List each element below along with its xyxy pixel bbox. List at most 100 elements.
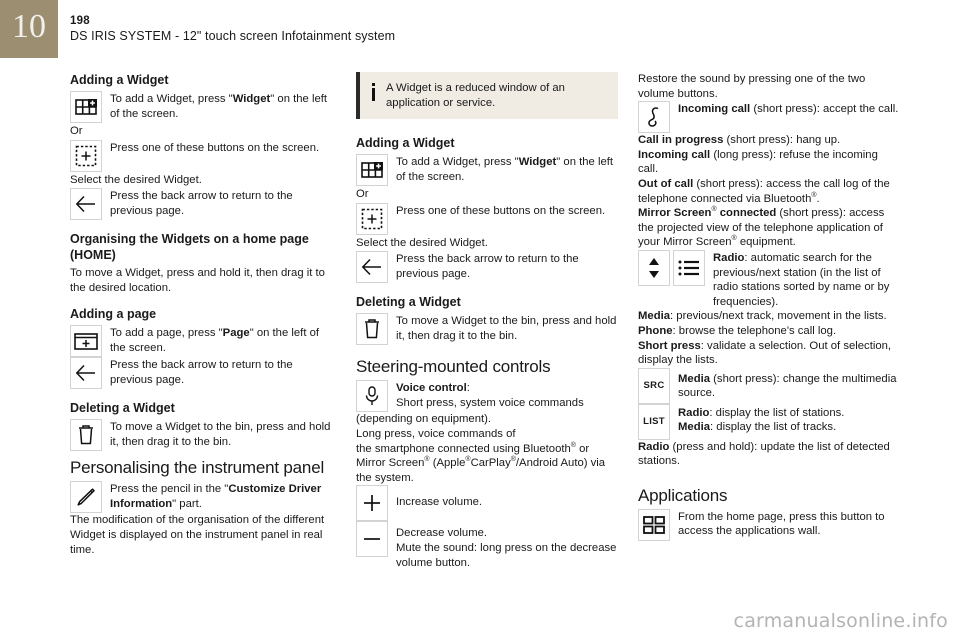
call-in-progress-desc: (short press): hang up.	[723, 134, 841, 147]
back-arrow-icon-c2[interactable]	[356, 251, 388, 284]
out-of-call-desc-b: .	[816, 192, 820, 205]
radio-hold-desc: (press and hold): update the list of det…	[638, 440, 890, 468]
volume-up-icon[interactable]	[356, 485, 388, 522]
media-line: Media: previous/next track, movement in …	[638, 309, 900, 324]
manual-page: 10 198 DS IRIS SYSTEM - 12" touch screen…	[0, 0, 960, 640]
list-button-label: LIST	[643, 416, 665, 428]
plus-button-text-c1: Press one of these buttons on the screen…	[110, 141, 320, 154]
heading-applications: Applications	[638, 485, 728, 505]
back-arrow-row-c1-2: Press the back arrow to return to the pr…	[70, 357, 332, 390]
decrease-volume-label: Decrease volume.	[396, 527, 488, 540]
heading-personalising-panel: Personalising the instrument panel	[70, 458, 325, 478]
phone-handset-icon[interactable]	[638, 101, 670, 134]
widget-icon-text-c2: To add a Widget, press "Widget" on the l…	[388, 154, 618, 184]
list-button-icon[interactable]: LIST	[638, 403, 670, 440]
increase-volume-row: Increase volume.	[356, 485, 618, 522]
widget-text-bold: Widget	[232, 93, 271, 105]
page-number: 198	[70, 15, 90, 27]
voice-control-row: Voice control: Short press, system voice…	[356, 380, 618, 413]
incoming-call-long-line: Incoming call (long press): refuse the i…	[638, 148, 900, 177]
back-arrow-text-c2: Press the back arrow to return to the pr…	[396, 253, 579, 280]
incoming-call-label: Incoming call	[678, 103, 751, 116]
phone-label: Phone	[638, 324, 673, 337]
select-desired-widget-c2: Select the desired Widget.	[356, 236, 488, 249]
add-widget-dashed-icon[interactable]	[70, 139, 102, 172]
widget-text-part-a: To add a Widget, press "	[110, 93, 233, 105]
info-note-text: A Widget is a reduced window of an appli…	[386, 82, 565, 109]
media-desc: : previous/next track, movement in the l…	[670, 310, 887, 323]
widget-icon-row-c1: To add a Widget, press "Widget" on the l…	[70, 91, 332, 123]
src-button-label: SRC	[643, 380, 665, 392]
phone-desc: : browse the telephone's call log.	[672, 324, 837, 337]
pencil-icon[interactable]	[70, 481, 102, 514]
voice-control-label: Voice control	[396, 382, 467, 395]
widget-grid-icon-c2[interactable]	[356, 154, 388, 187]
delete-widget-row-c1: To move a Widget to the bin, press and h…	[70, 419, 332, 452]
add-page-bold: Page	[222, 327, 250, 340]
phone-line: Phone: browse the telephone's call log.	[638, 324, 900, 339]
voice-control-colon: :	[466, 382, 470, 395]
vlp3a: Mirror Screen	[356, 457, 425, 470]
applications-row: From the home page, press this button to…	[638, 508, 900, 541]
applications-grid-icon[interactable]	[638, 508, 670, 541]
list-icon[interactable]	[673, 249, 705, 286]
site-watermark: carmanualsonline.info	[733, 610, 948, 632]
radio-label: Radio	[713, 251, 745, 264]
radio-nav-text: Radio: automatic search for the previous…	[705, 250, 900, 309]
radio-hold-line: Radio (press and hold): update the list …	[638, 440, 900, 469]
voice-depending-text: (depending on equipment).	[356, 413, 492, 426]
radio-nav-row: Radio: automatic search for the previous…	[638, 249, 900, 309]
add-page-row: To add a page, press "Page" on the left …	[70, 325, 332, 358]
up-down-arrows-icon[interactable]	[638, 249, 670, 286]
back-arrow-icon[interactable]	[70, 188, 102, 221]
volume-down-icon[interactable]	[356, 521, 388, 558]
out-of-call-line: Out of call (short press): access the ca…	[638, 177, 900, 206]
page-header: 10 198 DS IRIS SYSTEM - 12" touch screen…	[0, 0, 960, 60]
vlp2c: or	[575, 442, 590, 455]
src-button-text: Media (short press): change the multimed…	[670, 368, 900, 401]
widget-grid-icon[interactable]	[70, 91, 102, 123]
pencil-part-a: Press the pencil in the "	[110, 483, 229, 496]
page-title: DS IRIS SYSTEM - 12" touch screen Infota…	[70, 29, 396, 43]
add-page-text: To add a page, press "Page" on the left …	[102, 325, 332, 355]
pencil-part-c: " part.	[172, 497, 202, 510]
call-in-progress-line: Call in progress (short press): hang up.	[638, 133, 900, 148]
voice-short-press: Short press, system voice commands	[396, 396, 584, 409]
trash-bin-icon-c2[interactable]	[356, 313, 388, 346]
src-button-icon[interactable]: SRC	[638, 367, 670, 404]
widget-text-bold-c2: Widget	[518, 156, 557, 169]
heading-steering-controls: Steering-mounted controls	[356, 357, 551, 377]
list-media-label: Media	[678, 421, 711, 434]
voice-long-press-line3: Mirror Screen® (Apple®CarPlay®/Android A…	[356, 456, 618, 471]
info-icon-dot	[371, 83, 375, 86]
content-columns: Adding a Widget To add a Widget, press "…	[0, 72, 960, 602]
add-page-part-a: To add a page, press "	[110, 327, 223, 340]
add-widget-dashed-icon-c2[interactable]	[356, 202, 388, 235]
microphone-icon[interactable]	[356, 380, 388, 413]
add-page-icon[interactable]	[70, 325, 102, 358]
restore-sound-text: Restore the sound by pressing one of the…	[638, 73, 866, 100]
widget-icon-text-c1: To add a Widget, press "Widget" on the l…	[102, 91, 332, 121]
list-radio-line: Radio: display the list of stations.	[678, 407, 844, 419]
decrease-volume-text: Decrease volume. Mute the sound: long pr…	[388, 521, 618, 570]
vlp3c: (Apple	[429, 457, 466, 470]
applications-text: From the home page, press this button to…	[678, 510, 885, 538]
trash-bin-icon[interactable]	[70, 419, 102, 452]
list-radio-desc: : display the list of stations.	[709, 406, 845, 419]
or-label-c2: Or	[356, 188, 369, 201]
heading-adding-page: Adding a page	[70, 307, 157, 322]
plus-button-text-c2: Press one of these buttons on the screen…	[396, 204, 606, 217]
voice-control-text: Voice control: Short press, system voice…	[388, 380, 618, 410]
src-media-desc: (short press): change the multimedia sou…	[678, 372, 897, 400]
widget-text-part-a-c2: To add a Widget, press "	[396, 156, 519, 169]
incoming-call-row: Incoming call (short press): accept the …	[638, 101, 900, 134]
mirror-label-a: Mirror Screen	[638, 207, 712, 220]
back-arrow-icon-2[interactable]	[70, 357, 102, 390]
modification-text: The modification of the organisation of …	[70, 514, 325, 556]
